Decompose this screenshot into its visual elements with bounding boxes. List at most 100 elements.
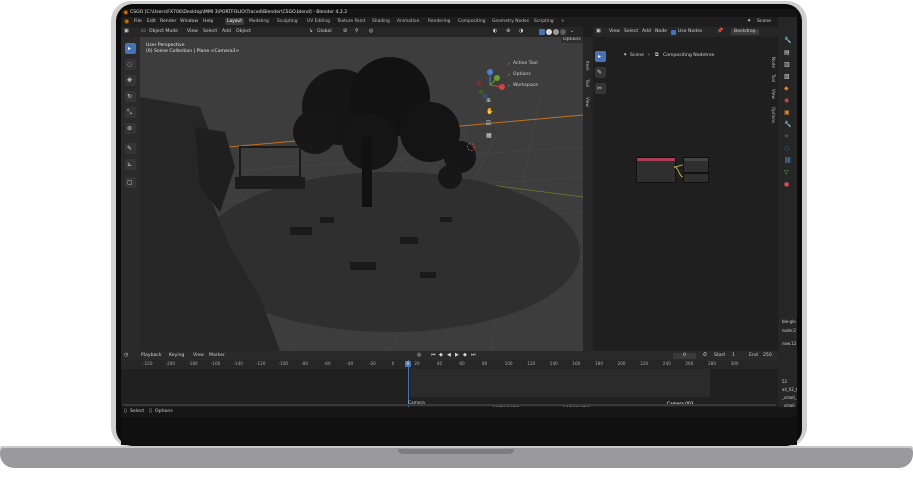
render-layers-node[interactable]: [636, 157, 676, 183]
tab-scripting[interactable]: Scripting: [532, 18, 556, 25]
node-sidebar-tab-options[interactable]: Options: [771, 107, 776, 123]
particles-properties-icon[interactable]: ✧: [784, 133, 789, 140]
sidebar-tab-view[interactable]: View: [585, 97, 590, 107]
timeline-scrollbar[interactable]: [123, 404, 776, 406]
output-properties-icon[interactable]: ▥: [784, 61, 790, 68]
node-sidebar-tab-view[interactable]: View: [771, 89, 776, 99]
sidebar-tab-item[interactable]: Item: [585, 61, 590, 71]
pivot-icon[interactable]: ⊘: [343, 28, 347, 35]
scene-properties-icon[interactable]: ◆: [784, 85, 789, 92]
node-menu-add[interactable]: Add: [642, 29, 651, 35]
world-properties-icon[interactable]: ◉: [784, 97, 789, 104]
node-menu-select[interactable]: Select: [624, 29, 638, 35]
3d-viewport[interactable]: User Perspective (0) Scene Collection | …: [140, 37, 583, 351]
material-properties-icon[interactable]: ●: [784, 181, 789, 188]
timeline-menu-playback[interactable]: Playback: [141, 353, 162, 359]
physics-properties-icon[interactable]: ◌: [784, 145, 789, 152]
add-cube-tool[interactable]: ▢: [125, 177, 136, 188]
sidebar-tab-tool[interactable]: Tool: [585, 79, 590, 87]
constraints-properties-icon[interactable]: ⛓: [784, 157, 792, 164]
pan-view-icon[interactable]: ✋: [486, 108, 493, 115]
next-keyframe-icon[interactable]: ◆: [463, 352, 467, 359]
tab-modeling[interactable]: Modeling: [247, 18, 271, 25]
transform-tool[interactable]: ⊛: [125, 123, 136, 134]
proportional-edit-icon[interactable]: ◎: [369, 28, 373, 35]
menu-render[interactable]: Render: [160, 19, 176, 25]
prev-keyframe-icon[interactable]: ◆: [439, 352, 443, 359]
play-reverse-icon[interactable]: ◀: [447, 352, 451, 359]
timeline-editor-type-icon[interactable]: ◷: [124, 352, 128, 359]
use-nodes-checkbox[interactable]: [671, 30, 676, 35]
frame-end-field[interactable]: 250: [763, 353, 772, 359]
annotate-tool[interactable]: ✎: [125, 143, 136, 154]
object-properties-icon[interactable]: ▣: [784, 109, 790, 116]
menu-edit[interactable]: Edit: [147, 19, 156, 25]
menu-file[interactable]: File: [134, 19, 142, 25]
cursor-tool[interactable]: ◌: [125, 59, 136, 70]
ortho-toggle-icon[interactable]: ▦: [486, 132, 492, 139]
scale-tool[interactable]: ⤡: [125, 107, 136, 118]
tab-texture-paint[interactable]: Texture Paint: [335, 18, 367, 25]
backdrop-button[interactable]: Backdrop: [731, 29, 759, 35]
tab-shading[interactable]: Shading: [370, 18, 392, 25]
tab-rendering[interactable]: Rendering: [426, 18, 452, 25]
shading-wireframe-button[interactable]: [539, 29, 545, 35]
zoom-view-icon[interactable]: ⊕: [486, 97, 491, 104]
tab-uv-editing[interactable]: UV Editing: [305, 18, 332, 25]
playhead-frame[interactable]: 0: [405, 361, 411, 367]
overlay-toggle-icon[interactable]: ◑: [519, 28, 523, 35]
viewport-menu-view[interactable]: View: [187, 29, 198, 35]
node-editor-type-icon[interactable]: ▣: [596, 28, 601, 35]
tool-panel-active-tool[interactable]: Active Tool: [513, 61, 538, 67]
playhead-line[interactable]: [408, 360, 409, 407]
render-properties-icon[interactable]: ▤: [784, 49, 790, 56]
tab-compositing[interactable]: Compositing: [456, 18, 488, 25]
tab-animation[interactable]: Animation: [395, 18, 421, 25]
editor-type-icon[interactable]: ▣: [124, 28, 129, 35]
record-icon[interactable]: ◎: [417, 352, 421, 359]
node-sidebar-tab-node[interactable]: Node: [771, 57, 776, 68]
jump-end-icon[interactable]: ⏭: [471, 352, 476, 359]
tab-layout[interactable]: Layout: [225, 18, 244, 25]
compositor-node-editor[interactable]: ▣ View Select Add Node Use Nodes 📌 Backd…: [593, 27, 778, 351]
gizmo-toggle-icon[interactable]: ⊕: [506, 28, 510, 35]
tool-panel-options[interactable]: Options: [513, 72, 531, 78]
node-sidebar-tab-tool[interactable]: Tool: [771, 74, 776, 82]
node-select-tool[interactable]: ▸: [595, 51, 606, 62]
add-workspace-button[interactable]: +: [559, 18, 567, 25]
shading-rendered-button[interactable]: [560, 29, 566, 35]
viewport-menu-object[interactable]: Object: [236, 29, 251, 35]
data-properties-icon[interactable]: ▽: [784, 169, 789, 176]
timeline-menu-keying[interactable]: Keying: [169, 353, 184, 359]
menu-help[interactable]: Help: [203, 19, 213, 25]
blender-menu-icon[interactable]: ◉: [124, 18, 129, 25]
tool-properties-icon[interactable]: 🔧: [784, 37, 791, 44]
object-mode-dropdown[interactable]: Object Mode: [149, 29, 178, 35]
tool-panel-workspace[interactable]: Workspace: [513, 83, 538, 89]
move-tool[interactable]: ✥: [125, 75, 136, 86]
visibility-icon[interactable]: ◐: [493, 28, 497, 35]
current-frame-field[interactable]: 0: [673, 353, 696, 359]
modifier-properties-icon[interactable]: 🔧: [784, 121, 791, 128]
snap-icon[interactable]: ⚲: [355, 28, 359, 35]
timeline-menu-marker[interactable]: Marker: [209, 353, 225, 359]
camera-view-icon[interactable]: ⎚: [486, 120, 491, 127]
node-links-cut-tool[interactable]: ✂: [595, 83, 606, 94]
transform-orientation-dropdown[interactable]: Global: [317, 29, 332, 35]
rotate-tool[interactable]: ↻: [125, 91, 136, 102]
frame-start-field[interactable]: 1: [732, 353, 735, 359]
timeline-menu-view[interactable]: View: [193, 353, 204, 359]
menu-window[interactable]: Window: [180, 19, 198, 25]
scene-name[interactable]: Scene: [757, 19, 771, 25]
timeline-area[interactable]: -220 -200 -180 -160 -140 -120 -100 -80 -60 -40 -20…: [121, 360, 778, 411]
shading-material-button[interactable]: [553, 29, 559, 35]
scene-icon[interactable]: ✦: [747, 18, 751, 25]
play-icon[interactable]: ▶: [455, 352, 459, 359]
shading-options-icon[interactable]: ⌄: [570, 28, 574, 35]
node-annotate-tool[interactable]: ✎: [595, 67, 606, 78]
stopwatch-icon[interactable]: ⏱: [703, 352, 707, 359]
view-layer-properties-icon[interactable]: ▧: [784, 73, 790, 80]
viewport-options-button[interactable]: Options: [561, 37, 583, 43]
jump-start-icon[interactable]: ⏮: [431, 352, 436, 359]
select-box-tool[interactable]: ▸: [125, 43, 136, 54]
